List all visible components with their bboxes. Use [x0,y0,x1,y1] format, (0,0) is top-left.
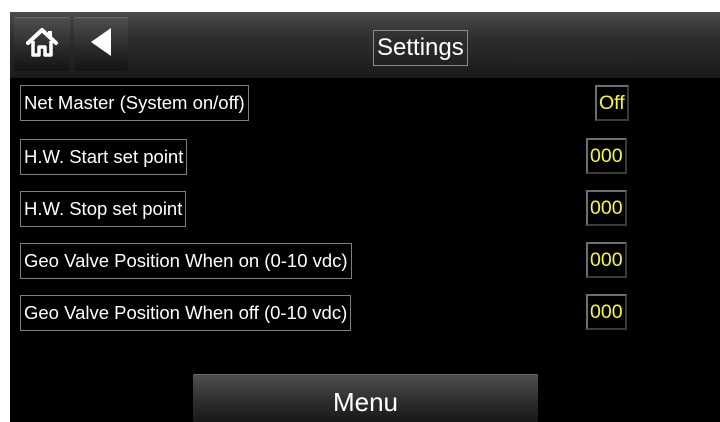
hw-stop-setpoint-label: H.W. Stop set point [20,191,187,227]
home-icon [24,25,60,64]
hw-start-setpoint-value[interactable]: 000 [586,138,627,174]
menu-button[interactable]: Menu [193,374,538,422]
geo-valve-off-label: Geo Valve Position When off (0-10 vdc) [20,295,352,331]
header-bar: Settings [10,12,720,78]
hw-stop-setpoint-value[interactable]: 000 [586,190,627,226]
geo-valve-off-value[interactable]: 000 [586,294,627,330]
geo-valve-on-label: Geo Valve Position When on (0-10 vdc) [20,243,352,279]
geo-valve-on-value[interactable]: 000 [586,242,627,278]
net-master-label: Net Master (System on/off) [20,85,249,121]
hw-start-setpoint-label: H.W. Start set point [20,139,188,175]
settings-screen: Settings Net Master (System on/off) Off … [10,12,720,422]
net-master-value[interactable]: Off [595,85,629,121]
page-title: Settings [373,30,468,66]
back-arrow-icon [86,25,116,64]
home-button[interactable] [14,17,70,71]
back-button[interactable] [74,17,128,71]
